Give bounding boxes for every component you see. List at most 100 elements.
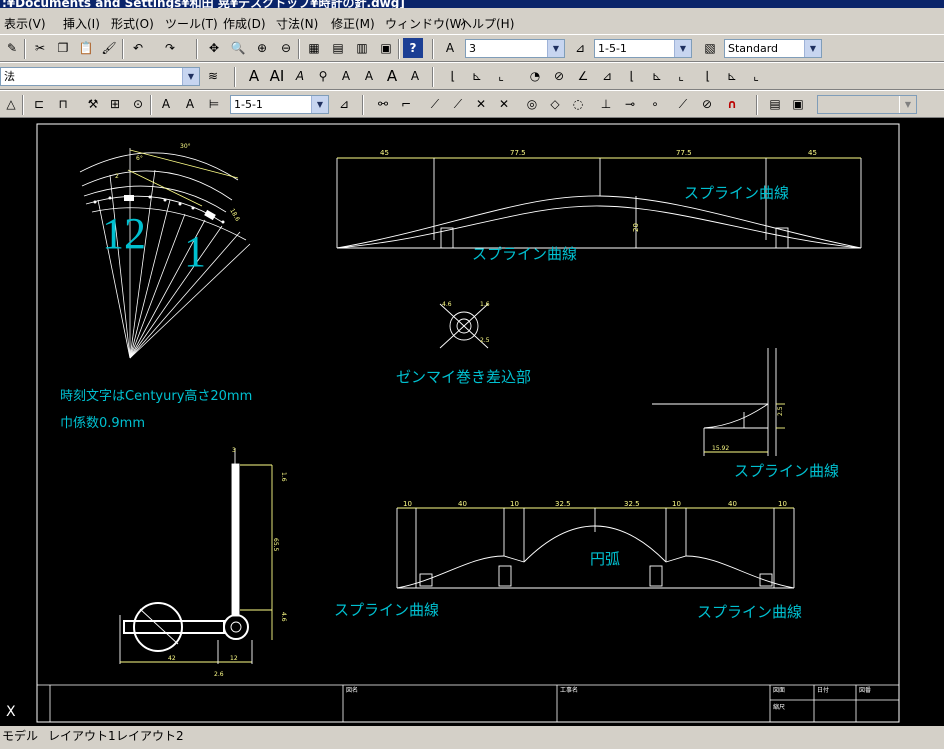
zoom-window-icon[interactable]: ⊕ [252,38,272,58]
menu-dimension[interactable]: 寸法(N) [276,15,318,32]
menu-format[interactable]: 形式(O) [111,15,154,32]
snap-center-icon[interactable]: ✕ [494,94,514,114]
properties-icon[interactable]: ▦ [304,38,324,58]
osnap-settings-icon[interactable]: ∩ [722,94,742,114]
dropdown-arrow-icon[interactable]: ▼ [547,40,564,57]
spelling-icon[interactable]: A [336,66,356,86]
copy-icon[interactable]: ❐ [53,38,73,58]
dropdown-arrow-icon[interactable]: ▼ [899,96,916,113]
snap-perpendicular-icon[interactable]: ◌ [568,94,588,114]
center-mark-icon[interactable]: ⊙ [128,94,148,114]
radius-dimension-icon[interactable]: ◔ [525,66,545,86]
snap-insert-icon[interactable]: ⊸ [620,94,640,114]
tolerance-icon[interactable]: ⊾ [722,66,742,86]
menu-view[interactable]: 表示(V) [4,15,46,32]
snap-midpoint-icon[interactable]: ⌐ [396,94,416,114]
publish-icon[interactable]: ✎ [2,38,22,58]
dimension-text-edit-icon[interactable]: A [180,94,200,114]
snap-nearest-icon[interactable]: ⟋ [673,94,693,114]
drawing-canvas[interactable]: 30° 6° 2 18.6 12 1 時刻文字はCentyury高さ20mm 巾係数… [0,118,944,726]
dimension-edit-icon[interactable]: A [156,94,176,114]
linear-icon[interactable]: ⊏ [29,94,49,114]
justify-text-icon[interactable]: A [382,66,402,86]
layer-control-combo[interactable]: 法 ▼ [0,67,200,86]
zoom-realtime-icon[interactable]: 🔍 [228,38,248,58]
baseline-icon[interactable]: ⊓ [53,94,73,114]
undo-icon[interactable]: ↶ [128,38,148,58]
dimension-space-icon[interactable]: ⌞ [671,66,691,86]
menu-window[interactable]: ウィンドウ(W) [385,15,466,32]
dimension-break-icon[interactable]: ⌊ [698,66,718,86]
tb-label: 縮尺 [773,703,785,711]
menu-help[interactable]: ヘルプ(H) [460,15,514,32]
dimension-update-icon[interactable]: ⊨ [204,94,224,114]
continue-dimension-icon[interactable]: ⊾ [647,66,667,86]
menu-modify[interactable]: 修正(M) [331,15,375,32]
tab-model[interactable]: モデル [2,727,38,744]
spline-label-bottom-left: スプライン曲線 [334,601,439,619]
layers-toolbar: 法 ▼ ≋ A AI A ⚲ A A A A ⌊ ⊾ ⌞ ◔ ⊘ ∠ ⊿ ⌊ ⊾… [0,62,944,90]
help-icon[interactable]: ? [403,38,423,58]
design-center-icon[interactable]: ▤ [328,38,348,58]
redo-icon[interactable]: ↷ [160,38,180,58]
zoom-previous-icon[interactable]: ⊖ [276,38,296,58]
tab-layout1[interactable]: レイアウト1 [48,727,116,744]
quick-dimension-icon[interactable]: ⊿ [597,66,617,86]
dimstyle-combo[interactable]: 1-5-1 ▼ [594,39,692,58]
layer-manager-icon[interactable]: ≋ [203,66,223,86]
text-scale-icon[interactable]: A [359,66,379,86]
aligned-dimension-icon[interactable]: ⊾ [467,66,487,86]
toolbar-separator [298,39,300,59]
snap-apparent-icon[interactable]: ⟋ [448,94,468,114]
pan-icon[interactable]: ✥ [204,38,224,58]
angular-dimension-icon[interactable]: ∠ [573,66,593,86]
standard-toolbar: ✎ ✂ ❐ 📋 🖌 ↶ ↷ ✥ 🔍 ⊕ ⊖ ▦ ▤ ▥ ▣ ? A 3 ▼ ⊿ … [0,34,944,62]
ordinate-dimension-icon[interactable]: ⌞ [491,66,511,86]
dropdown-arrow-icon[interactable]: ▼ [182,68,199,85]
cut-icon[interactable]: ✂ [30,38,50,58]
convert-distance-icon[interactable]: A [405,66,425,86]
find-text-icon[interactable]: ⚲ [313,66,333,86]
multiline-text-icon[interactable]: A [244,66,264,86]
layer-combo[interactable]: 3 ▼ [465,39,565,58]
single-line-text-icon[interactable]: AI [267,66,287,86]
tool-palette-icon[interactable]: ▥ [352,38,372,58]
markup-icon[interactable]: ▣ [376,38,396,58]
snap-tangent-icon[interactable]: ◇ [545,94,565,114]
center-mark-icon[interactable]: ⌞ [746,66,766,86]
svg-text:4.6: 4.6 [442,301,452,308]
text-style-icon[interactable]: A [440,38,460,58]
empty-combo[interactable]: ▼ [817,95,917,114]
snap-none-icon[interactable]: ⊘ [697,94,717,114]
baseline-dimension-icon[interactable]: ⌊ [622,66,642,86]
dropdown-arrow-icon[interactable]: ▼ [674,40,691,57]
diameter-dimension-icon[interactable]: ⊘ [549,66,569,86]
menu-insert[interactable]: 挿入(I) [63,15,100,32]
dimstyle-combo-2[interactable]: 1-5-1 ▼ [230,95,329,114]
textstyle-combo[interactable]: Standard ▼ [724,39,822,58]
linear-dimension-icon[interactable]: ⌊ [443,66,463,86]
hammer-icon[interactable]: ⚒ [83,94,103,114]
dropdown-arrow-icon[interactable]: ▼ [311,96,328,113]
match-properties-icon[interactable]: 🖌 [99,38,119,58]
menu-draw[interactable]: 作成(D) [223,15,266,32]
triangle-icon[interactable]: △ [1,94,21,114]
edit-text-icon[interactable]: A [290,66,310,86]
snap-intersection-icon[interactable]: ⟋ [425,94,445,114]
snap-quadrant-icon[interactable]: ◎ [522,94,542,114]
dropdown-arrow-icon[interactable]: ▼ [804,40,821,57]
snap-node-icon[interactable]: ∘ [645,94,665,114]
layer-state-icon[interactable]: ▤ [765,94,785,114]
menu-tools[interactable]: ツール(T) [165,15,218,32]
tolerance-box-icon[interactable]: ⊞ [105,94,125,114]
snap-endpoint-icon[interactable]: ⚯ [373,94,393,114]
dimension-style-icon[interactable]: ⊿ [570,38,590,58]
tab-layout2[interactable]: レイアウト2 [116,727,184,744]
table-style-icon[interactable]: ▧ [700,38,720,58]
layer-previous-icon[interactable]: ▣ [788,94,808,114]
dim-label: 10 [672,500,681,508]
snap-parallel-icon[interactable]: ⊥ [596,94,616,114]
snap-extension-icon[interactable]: ✕ [471,94,491,114]
paste-icon[interactable]: 📋 [76,38,96,58]
dimension-style-icon[interactable]: ⊿ [334,94,354,114]
